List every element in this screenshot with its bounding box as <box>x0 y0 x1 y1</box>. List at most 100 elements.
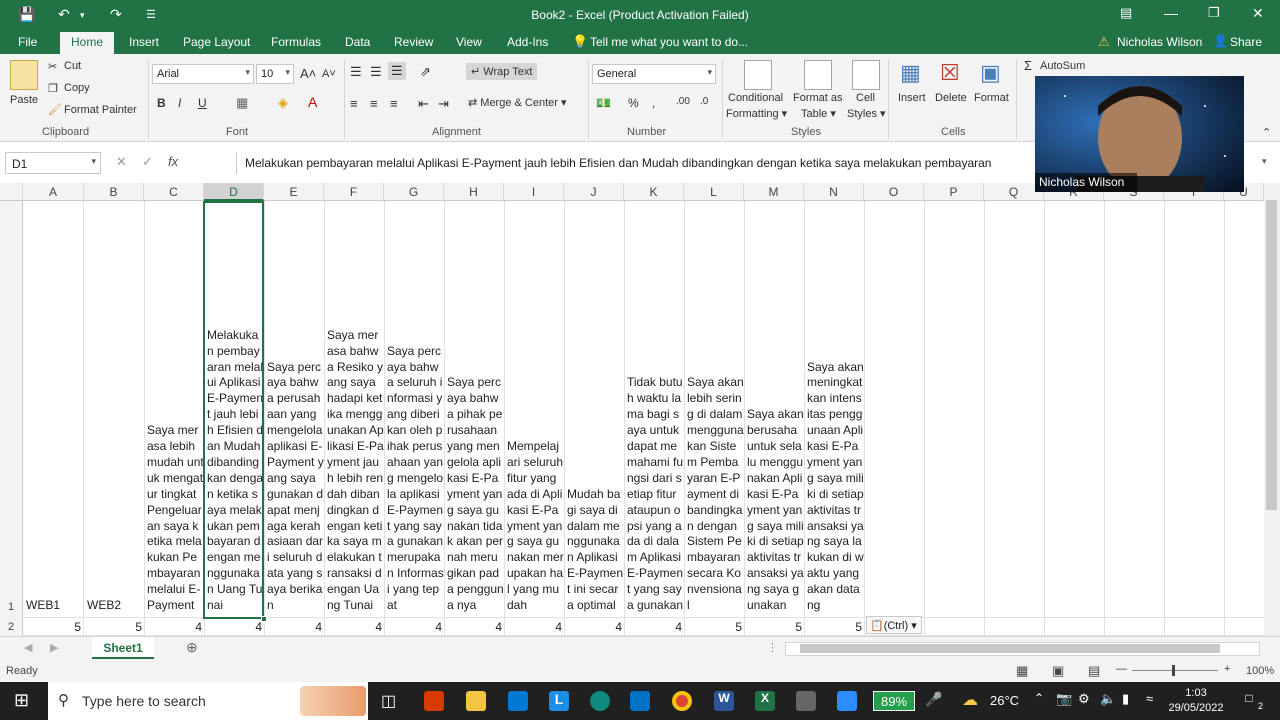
page-break-view-icon[interactable]: ▤ <box>1088 663 1100 679</box>
cell-m1[interactable]: Saya akan berusaha untuk selalu mengguna… <box>744 407 804 614</box>
minimize-icon[interactable]: — <box>1164 5 1178 21</box>
screen-app-icon[interactable] <box>796 691 816 711</box>
align-right-icon[interactable]: ≡ <box>390 96 398 111</box>
mail-icon[interactable] <box>630 691 650 711</box>
column-header-a[interactable]: A <box>23 183 84 201</box>
percent-icon[interactable]: % <box>628 96 639 110</box>
chevron-up-icon[interactable]: ⌃ <box>1034 691 1044 705</box>
row-header[interactable]: 2 <box>0 621 22 633</box>
copy-icon[interactable]: ❐ <box>48 82 58 95</box>
font-color-icon[interactable]: A <box>308 94 317 110</box>
column-header-k[interactable]: K <box>624 183 684 201</box>
autosum-button[interactable]: AutoSum <box>1040 60 1085 72</box>
align-left-icon[interactable]: ≡ <box>350 96 358 111</box>
name-box[interactable]: D1 ▾ <box>5 152 101 174</box>
cell-a1[interactable]: WEB1 <box>23 598 83 614</box>
user-name[interactable]: Nicholas Wilson <box>1117 35 1202 49</box>
paste-icon[interactable] <box>10 60 38 90</box>
cell-styles-icon[interactable] <box>852 60 880 90</box>
zoom-slider-thumb[interactable] <box>1172 665 1175 676</box>
store-icon[interactable] <box>508 691 528 711</box>
office-icon[interactable] <box>424 691 444 711</box>
fill-handle[interactable] <box>261 616 267 622</box>
windows-start-icon[interactable]: ⊞ <box>14 690 29 711</box>
cell-f1[interactable]: Saya merasa bahwa Resiko yang saya hadap… <box>324 328 384 614</box>
align-top-icon[interactable]: ☰ <box>350 64 362 80</box>
cell-styles-label[interactable]: Cell <box>856 92 875 104</box>
close-icon[interactable]: ✕ <box>1252 5 1264 22</box>
add-sheet-icon[interactable]: ⊕ <box>186 639 198 656</box>
zoom-in-icon[interactable]: + <box>1224 663 1230 675</box>
tab-file[interactable]: File <box>18 35 37 49</box>
collapse-ribbon-icon[interactable]: ⌃ <box>1262 126 1271 139</box>
word-icon[interactable]: W <box>714 691 734 711</box>
battery-indicator[interactable]: 89% <box>873 691 915 711</box>
zoom-out-icon[interactable]: — <box>1116 663 1127 675</box>
confirm-formula-icon[interactable]: ✓ <box>142 154 153 170</box>
mic-icon[interactable]: 🎤 <box>925 691 942 708</box>
wifi-icon[interactable]: ≈ <box>1146 691 1153 706</box>
format-as-table-label-2[interactable]: Table ▾ <box>801 107 836 120</box>
cell-l2[interactable]: 5 <box>684 620 742 634</box>
select-all-corner[interactable] <box>0 183 23 201</box>
column-header-h[interactable]: H <box>444 183 504 201</box>
increase-decimal-icon[interactable]: .00 <box>676 96 690 107</box>
insert-cells-button[interactable]: Insert <box>898 92 926 104</box>
format-cells-button[interactable]: Format <box>974 92 1009 104</box>
column-header-l[interactable]: L <box>684 183 744 201</box>
align-center-icon[interactable]: ≡ <box>370 96 378 111</box>
cut-icon[interactable]: ✂ <box>48 60 57 73</box>
bold-button[interactable]: B <box>157 96 166 110</box>
normal-view-icon[interactable]: ▦ <box>1016 663 1028 679</box>
cell-f2[interactable]: 4 <box>324 620 382 634</box>
excel-icon[interactable]: X <box>755 691 775 711</box>
format-painter-button[interactable]: Format Painter <box>64 104 137 116</box>
share-button[interactable]: Share <box>1230 35 1262 49</box>
task-view-icon[interactable]: ◫ <box>381 691 396 711</box>
app-l-icon[interactable]: L <box>549 691 569 711</box>
cell-g1[interactable]: Saya percaya bahwa seluruh informasi yan… <box>384 344 444 614</box>
ribbon-display-icon[interactable]: ▤ <box>1120 5 1132 21</box>
increase-indent-icon[interactable]: ⇥ <box>438 96 449 112</box>
column-header-b[interactable]: B <box>84 183 144 201</box>
delete-cells-button[interactable]: Delete <box>935 92 967 104</box>
battery-icon[interactable]: ▮ <box>1122 691 1129 707</box>
cell-j2[interactable]: 4 <box>564 620 622 634</box>
edge-icon[interactable] <box>590 691 610 711</box>
row-header[interactable]: 1 <box>0 601 22 613</box>
camera-icon[interactable]: 📷 <box>1056 691 1072 707</box>
column-header-d[interactable]: D <box>204 183 264 201</box>
insert-function-icon[interactable]: fx <box>168 154 178 169</box>
cell-b2[interactable]: 5 <box>84 620 142 634</box>
cell-d2[interactable]: 4 <box>204 620 262 634</box>
borders-icon[interactable]: ▦ <box>236 95 248 111</box>
cell-c1[interactable]: Saya merasa lebih mudah untuk mengatur t… <box>144 423 204 614</box>
cell-h2[interactable]: 4 <box>444 620 502 634</box>
page-layout-view-icon[interactable]: ▣ <box>1052 663 1064 679</box>
tab-insert[interactable]: Insert <box>129 35 159 49</box>
notification-center[interactable]: □ <box>1240 691 1258 709</box>
file-explorer-icon[interactable] <box>466 691 486 711</box>
zoom-slider[interactable] <box>1132 670 1218 671</box>
conditional-formatting-label-2[interactable]: Formatting ▾ <box>726 107 787 120</box>
expand-formula-icon[interactable]: ▾ <box>1262 156 1267 167</box>
column-header-e[interactable]: E <box>264 183 324 201</box>
cancel-formula-icon[interactable]: ✕ <box>116 154 127 170</box>
font-size-combo[interactable]: 10 ▾ <box>256 64 294 84</box>
format-as-table-label[interactable]: Format as <box>793 92 843 104</box>
cell-c2[interactable]: 4 <box>144 620 202 634</box>
prev-sheet-icon[interactable]: ◀ <box>24 641 32 654</box>
tab-page-layout[interactable]: Page Layout <box>183 35 250 49</box>
sheet-tab[interactable]: Sheet1 <box>92 637 154 659</box>
vertical-scroll-thumb[interactable] <box>1266 200 1277 510</box>
cell-k2[interactable]: 4 <box>624 620 682 634</box>
cut-button[interactable]: Cut <box>64 60 81 72</box>
column-header-n[interactable]: N <box>804 183 864 201</box>
conditional-formatting-label[interactable]: Conditional <box>728 92 783 104</box>
column-header-i[interactable]: I <box>504 183 564 201</box>
cell-b1[interactable]: WEB2 <box>84 598 144 614</box>
fill-color-icon[interactable]: ◈ <box>278 95 288 111</box>
volume-icon[interactable]: 🔈 <box>1100 691 1116 707</box>
number-format-combo[interactable]: General ▾ <box>592 64 716 84</box>
format-as-table-icon[interactable] <box>804 60 832 90</box>
